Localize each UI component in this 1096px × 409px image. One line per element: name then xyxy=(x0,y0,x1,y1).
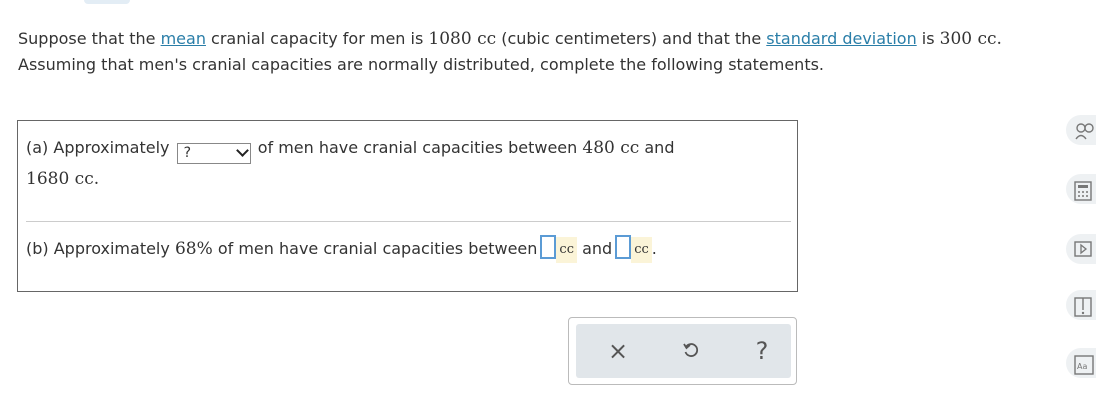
answer-toolbar: × ? xyxy=(568,317,797,385)
prompt-text: (cubic centimeters) and that the xyxy=(496,29,767,48)
upper-bound-input[interactable] xyxy=(615,235,632,259)
part-b-percent: 68% xyxy=(174,239,213,259)
part-a-low: 480 cc xyxy=(582,138,640,158)
part-b-period: . xyxy=(651,239,657,258)
part-a: (a) Approximately ? of men have cranial … xyxy=(26,133,674,194)
ebook-button[interactable] xyxy=(1066,290,1096,320)
part-b-prefix: (b) Approximately xyxy=(26,239,170,258)
video-icon xyxy=(1074,241,1092,257)
problem-line-1: Suppose that the mean cranial capacity f… xyxy=(18,26,1096,52)
prompt-text: Suppose that the xyxy=(18,29,161,48)
chevron-down-icon xyxy=(235,144,249,157)
unit-cc: cc xyxy=(631,237,652,263)
part-b-middle: of men have cranial capacities between xyxy=(217,239,538,258)
problem-statement: Suppose that the mean cranial capacity f… xyxy=(18,26,1096,77)
person-help-button[interactable] xyxy=(1066,115,1096,145)
prompt-text: is xyxy=(916,29,940,48)
percent-select-value: ? xyxy=(183,145,192,161)
undo-icon xyxy=(683,343,699,357)
unit-cc: cc xyxy=(556,237,577,263)
part-a-and: and xyxy=(644,138,675,157)
book-icon xyxy=(1074,297,1092,317)
problem-line-2: Assuming that men's cranial capacities a… xyxy=(18,55,825,74)
calculator-button[interactable] xyxy=(1066,174,1096,204)
text-size-button[interactable]: Aa xyxy=(1066,348,1096,378)
text-size-icon: Aa xyxy=(1074,355,1094,375)
top-tab xyxy=(84,0,130,4)
question-icon: ? xyxy=(755,337,769,365)
lower-bound-input[interactable] xyxy=(540,235,557,259)
mean-value: 1080 cc xyxy=(428,29,497,49)
part-a-prefix: (a) Approximately xyxy=(26,138,170,157)
standard-deviation-link[interactable]: standard deviation xyxy=(766,29,916,48)
person-help-icon xyxy=(1075,123,1094,140)
toolbar-panel: × ? xyxy=(576,324,791,378)
calculator-icon xyxy=(1074,181,1092,201)
separator xyxy=(26,221,791,222)
undo-button[interactable] xyxy=(673,334,709,368)
prompt-text: cranial capacity for men is xyxy=(205,29,429,48)
answer-box: (a) Approximately ? of men have cranial … xyxy=(17,120,798,292)
part-b: (b) Approximately 68% of men have crania… xyxy=(26,235,657,263)
part-a-high: 1680 cc. xyxy=(26,169,100,189)
part-a-middle: of men have cranial capacities between xyxy=(257,138,578,157)
mean-link[interactable]: mean xyxy=(161,29,206,48)
percent-select[interactable]: ? xyxy=(176,143,251,164)
close-icon: × xyxy=(607,337,629,365)
help-button[interactable]: ? xyxy=(744,334,780,368)
clear-button[interactable]: × xyxy=(600,334,636,368)
video-button[interactable] xyxy=(1066,234,1096,264)
part-b-and: and xyxy=(582,239,613,258)
svg-text:Aa: Aa xyxy=(1077,362,1087,371)
sd-value: 300 cc. xyxy=(939,29,1002,49)
